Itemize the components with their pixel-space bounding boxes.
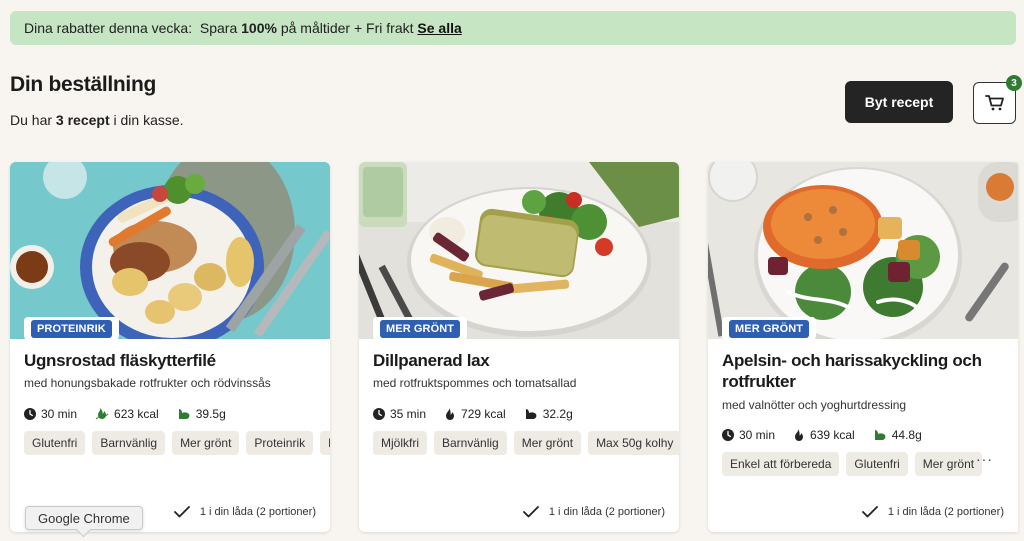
in-box-label: 1 i din låda (2 portioner) (199, 506, 316, 518)
badge-label: PROTEINRIK (31, 319, 112, 338)
tag: Barnvänlig (92, 431, 166, 455)
time-value: 30 min (41, 407, 78, 421)
time-stat: 30 min (24, 407, 77, 421)
tag: Mer grönt (172, 431, 240, 455)
banner-percent: 100% (241, 20, 277, 36)
recipe-subtitle: med valnötter och yoghurtdressing (722, 398, 907, 412)
banner-rest: på måltider + Fri frakt (280, 20, 414, 36)
switch-recipe-button[interactable]: Byt recept (845, 81, 953, 123)
kcal-value: 623 kcal (114, 407, 159, 421)
browser-tooltip: Google Chrome (25, 506, 143, 530)
in-box-status: 1 i din låda (2 portioner) (861, 506, 1004, 518)
recipe-image (359, 162, 679, 339)
tag-list: Glutenfri Barnvänlig Mer grönt Proteinri… (24, 431, 330, 455)
kcal-value: 729 kcal (461, 407, 506, 421)
banner-save-text: Spara (199, 20, 238, 36)
clock-icon (24, 408, 36, 420)
tag: Barnvänlig (434, 431, 507, 455)
tag: Proteinrik (246, 431, 314, 455)
recipe-card[interactable]: MER GRÖNT Dillpanerad lax med rotfruktsp… (359, 162, 679, 532)
more-options-icon[interactable]: ··· (976, 451, 993, 467)
banner-prefix: Dina rabatter denna vecka: (24, 20, 193, 36)
protein-stat: 39.5g (177, 407, 226, 421)
time-stat: 30 min (722, 428, 775, 442)
in-box-label: 1 i din låda (2 portioner) (548, 506, 665, 518)
tag: Glutenfri (846, 452, 908, 476)
kcal-stat: 623 kcal (95, 407, 159, 421)
in-box-status: 1 i din låda (2 portioner) (522, 506, 665, 518)
protein-icon (874, 430, 886, 440)
recipe-card[interactable]: MER GRÖNT Apelsin- och harissakyckling o… (708, 162, 1018, 532)
page-title: Din beställning (10, 73, 157, 96)
clock-icon (373, 408, 385, 420)
recipe-subtitle: med honungsbakade rotfrukter och rödvins… (24, 376, 271, 390)
tag: Mjölkfri (373, 431, 427, 455)
recipe-badge: MER GRÖNT (722, 317, 817, 340)
summary-prefix: Du har (10, 112, 53, 128)
recipe-stats: 35 min 729 kcal 32.2g (373, 407, 591, 421)
clock-icon (722, 429, 734, 441)
recipe-image (10, 162, 330, 339)
recipe-card[interactable]: PROTEINRIK Ugnsrostad fläskytterfilé med… (10, 162, 330, 532)
time-value: 35 min (390, 407, 427, 421)
recipe-name[interactable]: Dillpanerad lax (373, 350, 663, 371)
tag-list: Mjölkfri Barnvänlig Mer grönt Max 50g ko… (373, 431, 679, 455)
discount-banner: Dina rabatter denna vecka: Spara 100% på… (10, 11, 1016, 45)
protein-stat: 32.2g (524, 407, 573, 421)
kcal-stat: 639 kcal (793, 428, 855, 442)
protein-value: 44.8g (891, 428, 922, 442)
in-box-label: 1 i din låda (2 portioner) (887, 506, 1004, 518)
cart-count-badge: 3 (1006, 75, 1022, 91)
see-all-link[interactable]: Se alla (417, 20, 461, 36)
recipe-stats: 30 min 639 kcal 44.8g (722, 428, 940, 442)
order-summary: Du har 3 recept i din kasse. (10, 112, 184, 128)
tag: Max 50g kolhy (588, 431, 679, 455)
protein-value: 32.2g (542, 407, 573, 421)
tag: Mer grönt (914, 452, 983, 476)
protein-icon (178, 409, 190, 419)
checkmark-icon (861, 506, 878, 518)
badge-label: MER GRÖNT (380, 319, 461, 338)
protein-stat: 44.8g (873, 428, 922, 442)
tag: Glutenfri (24, 431, 86, 455)
cart-icon (984, 95, 1004, 111)
badge-label: MER GRÖNT (729, 319, 810, 338)
time-value: 30 min (739, 428, 776, 442)
recipe-name[interactable]: Apelsin- och harissakyckling och rotfruk… (722, 350, 1002, 392)
recipe-count: 3 recept (55, 112, 110, 128)
tag: Mer grönt (513, 431, 582, 455)
in-box-status: 1 i din låda (2 portioner) (173, 506, 316, 518)
recipe-stats: 30 min 623 kcal 39.5g (24, 407, 244, 421)
tag: Enkel att förbereda (722, 452, 840, 476)
recipe-badge: MER GRÖNT (373, 317, 468, 340)
summary-suffix: i din kasse. (113, 112, 184, 128)
flame-icon (795, 428, 804, 441)
flame-icon (95, 407, 109, 419)
time-stat: 35 min (373, 407, 426, 421)
recipe-image (708, 162, 1018, 339)
protein-value: 39.5g (195, 407, 226, 421)
checkmark-icon (522, 506, 539, 518)
recipe-name[interactable]: Ugnsrostad fläskytterfilé (24, 350, 314, 371)
recipe-badge: PROTEINRIK (24, 317, 119, 340)
tag-list: Enkel att förbereda Glutenfri Mer grönt … (722, 452, 988, 476)
kcal-stat: 729 kcal (444, 407, 506, 421)
kcal-value: 639 kcal (810, 428, 855, 442)
recipe-subtitle: med rotfruktspommes och tomatsallad (373, 376, 577, 390)
flame-icon (446, 407, 455, 420)
tag: P (320, 431, 330, 455)
checkmark-icon (173, 506, 190, 518)
protein-icon (525, 409, 537, 419)
